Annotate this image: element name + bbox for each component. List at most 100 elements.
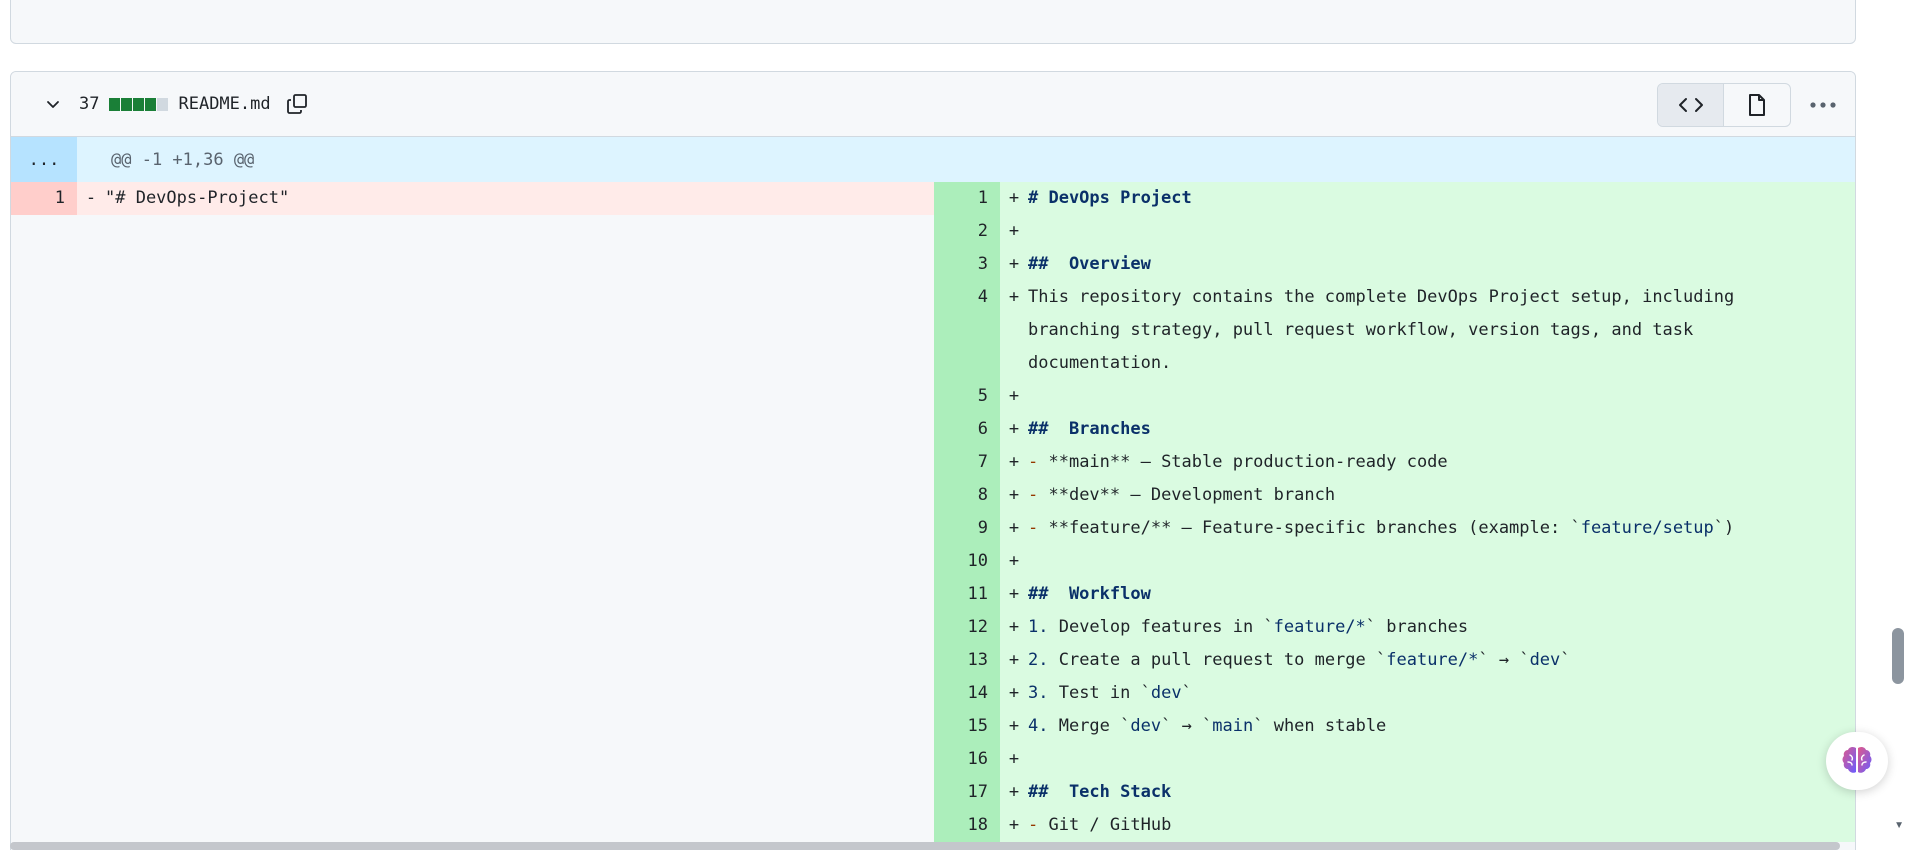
view-toggle bbox=[1657, 83, 1791, 127]
line-number[interactable]: 6 bbox=[934, 413, 1000, 446]
line-code: 3. Test in `dev` bbox=[1028, 683, 1192, 703]
diff-marker: + bbox=[1008, 815, 1020, 835]
line-number[interactable]: 1 bbox=[11, 182, 77, 215]
diff-line: 11 + ## Workflow bbox=[934, 578, 1855, 611]
line-code: This repository contains the complete De… bbox=[1028, 287, 1745, 373]
scroll-down-icon[interactable]: ▼ bbox=[1894, 820, 1904, 831]
file-header: 37 README.md bbox=[11, 72, 1855, 137]
diffstat-square bbox=[121, 97, 133, 111]
diff-marker: + bbox=[1008, 782, 1020, 802]
diff-marker: + bbox=[1008, 749, 1020, 769]
vertical-scrollbar[interactable]: ▼ bbox=[1890, 0, 1908, 850]
diff-line: 18 + - Git / GitHub bbox=[934, 809, 1855, 842]
diffstat-square bbox=[157, 97, 169, 111]
diff-marker: + bbox=[1008, 419, 1020, 439]
diff-line: 15 +4. Merge `dev` → `main` when stable bbox=[934, 710, 1855, 743]
line-number[interactable]: 15 bbox=[934, 710, 1000, 743]
diff-marker: + bbox=[1008, 584, 1020, 604]
line-number[interactable]: 13 bbox=[934, 644, 1000, 677]
chevron-down-icon[interactable] bbox=[41, 92, 65, 116]
line-number[interactable]: 10 bbox=[934, 545, 1000, 578]
diff-line: 6 + ## Branches bbox=[934, 413, 1855, 446]
line-code: 2. Create a pull request to merge `featu… bbox=[1028, 650, 1571, 670]
diffstat-square bbox=[109, 97, 121, 111]
diff-line: 12 +1. Develop features in `feature/*` br… bbox=[934, 611, 1855, 644]
diff-line: 14 +3. Test in `dev` bbox=[934, 677, 1855, 710]
diff-marker: + bbox=[1008, 485, 1020, 505]
line-number[interactable]: 11 bbox=[934, 578, 1000, 611]
line-code bbox=[1028, 743, 1855, 776]
diff-marker: + bbox=[1008, 254, 1020, 274]
line-number[interactable]: 3 bbox=[934, 248, 1000, 281]
diff-marker: + bbox=[1008, 617, 1020, 637]
previous-file-card bbox=[10, 0, 1856, 44]
line-code: - **dev** – Development branch bbox=[1028, 485, 1336, 505]
diff-line: 2 + bbox=[934, 215, 1855, 248]
line-number[interactable]: 14 bbox=[934, 677, 1000, 710]
line-code: - **main** – Stable production-ready cod… bbox=[1028, 452, 1448, 472]
line-number[interactable]: 18 bbox=[934, 809, 1000, 842]
diff-marker: + bbox=[1008, 683, 1020, 703]
line-number[interactable]: 17 bbox=[934, 776, 1000, 809]
diff-line: 5 + bbox=[934, 380, 1855, 413]
line-code: "# DevOps-Project" bbox=[105, 188, 290, 208]
diff-marker: + bbox=[1008, 188, 1020, 208]
diff-marker: + bbox=[1008, 551, 1020, 571]
diff-marker: + bbox=[1008, 650, 1020, 670]
line-code bbox=[1028, 380, 1855, 413]
expand-hunk-button[interactable]: ... bbox=[11, 137, 77, 182]
diff-line: 3 + ## Overview bbox=[934, 248, 1855, 281]
diff-line: 13 +2. Create a pull request to merge `fe… bbox=[934, 644, 1855, 677]
code-icon[interactable] bbox=[1658, 84, 1724, 126]
diff-line: 8 + - **dev** – Development branch bbox=[934, 479, 1855, 512]
right-side: 1 + # DevOps Project 2 +3 + ## Overview 4 + This … bbox=[934, 182, 1855, 842]
diff-marker: + bbox=[1008, 716, 1020, 736]
line-number[interactable]: 8 bbox=[934, 479, 1000, 512]
line-code: ## Workflow bbox=[1028, 584, 1151, 604]
diff-marker: + bbox=[1008, 221, 1020, 241]
line-code: 1. Develop features in `feature/*` branc… bbox=[1028, 617, 1469, 637]
line-number[interactable]: 1 bbox=[934, 182, 1000, 215]
line-code: ## Overview bbox=[1028, 254, 1151, 274]
hunk-header: ... @@ -1 +1,36 @@ bbox=[11, 137, 1855, 182]
diff-line: 17 + ## Tech Stack bbox=[934, 776, 1855, 809]
diff-marker: + bbox=[1008, 386, 1020, 406]
left-side: 1- "# DevOps-Project" bbox=[11, 182, 934, 842]
line-number[interactable]: 7 bbox=[934, 446, 1000, 479]
file-icon[interactable] bbox=[1724, 84, 1790, 126]
line-code: ## Branches bbox=[1028, 419, 1151, 439]
brain-icon[interactable] bbox=[1826, 732, 1888, 790]
diffstat-square bbox=[133, 97, 145, 111]
changes-count: 37 bbox=[79, 94, 100, 114]
horizontal-scrollbar[interactable] bbox=[10, 842, 1840, 850]
line-number[interactable]: 4 bbox=[934, 281, 1000, 380]
line-code: - Git / GitHub bbox=[1028, 815, 1172, 835]
line-code: - **feature/** – Feature-specific branch… bbox=[1028, 518, 1735, 538]
line-code bbox=[1028, 545, 1855, 578]
line-code: 4. Merge `dev` → `main` when stable bbox=[1028, 716, 1387, 736]
diff-line: 1 + # DevOps Project bbox=[934, 182, 1855, 215]
line-number[interactable]: 16 bbox=[934, 743, 1000, 776]
file-name[interactable]: README.md bbox=[178, 94, 270, 114]
diff-line: 4 + This repository contains the complete … bbox=[934, 281, 1855, 380]
diff-line: 16 + bbox=[934, 743, 1855, 776]
line-code bbox=[1028, 215, 1855, 248]
line-number[interactable]: 9 bbox=[934, 512, 1000, 545]
diffstat bbox=[109, 97, 169, 111]
diff-line: 7 + - **main** – Stable production-ready c… bbox=[934, 446, 1855, 479]
line-number[interactable]: 5 bbox=[934, 380, 1000, 413]
diff-line: 1- "# DevOps-Project" bbox=[11, 182, 934, 215]
line-code: ## Tech Stack bbox=[1028, 782, 1172, 802]
scrollbar-thumb[interactable] bbox=[1892, 628, 1904, 684]
line-number[interactable]: 2 bbox=[934, 215, 1000, 248]
diffstat-square bbox=[145, 97, 157, 111]
line-number[interactable]: 12 bbox=[934, 611, 1000, 644]
copy-icon[interactable] bbox=[283, 90, 311, 118]
diff-line: 9 + - **feature/** – Feature-specific bran… bbox=[934, 512, 1855, 545]
diff-marker: + bbox=[1008, 287, 1020, 307]
diff-line: 10 + bbox=[934, 545, 1855, 578]
kebab-horizontal-icon[interactable] bbox=[1805, 88, 1841, 122]
hunk-header-text: @@ -1 +1,36 @@ bbox=[111, 149, 255, 170]
line-code: # DevOps Project bbox=[1028, 188, 1192, 208]
diff-marker: + bbox=[1008, 518, 1020, 538]
